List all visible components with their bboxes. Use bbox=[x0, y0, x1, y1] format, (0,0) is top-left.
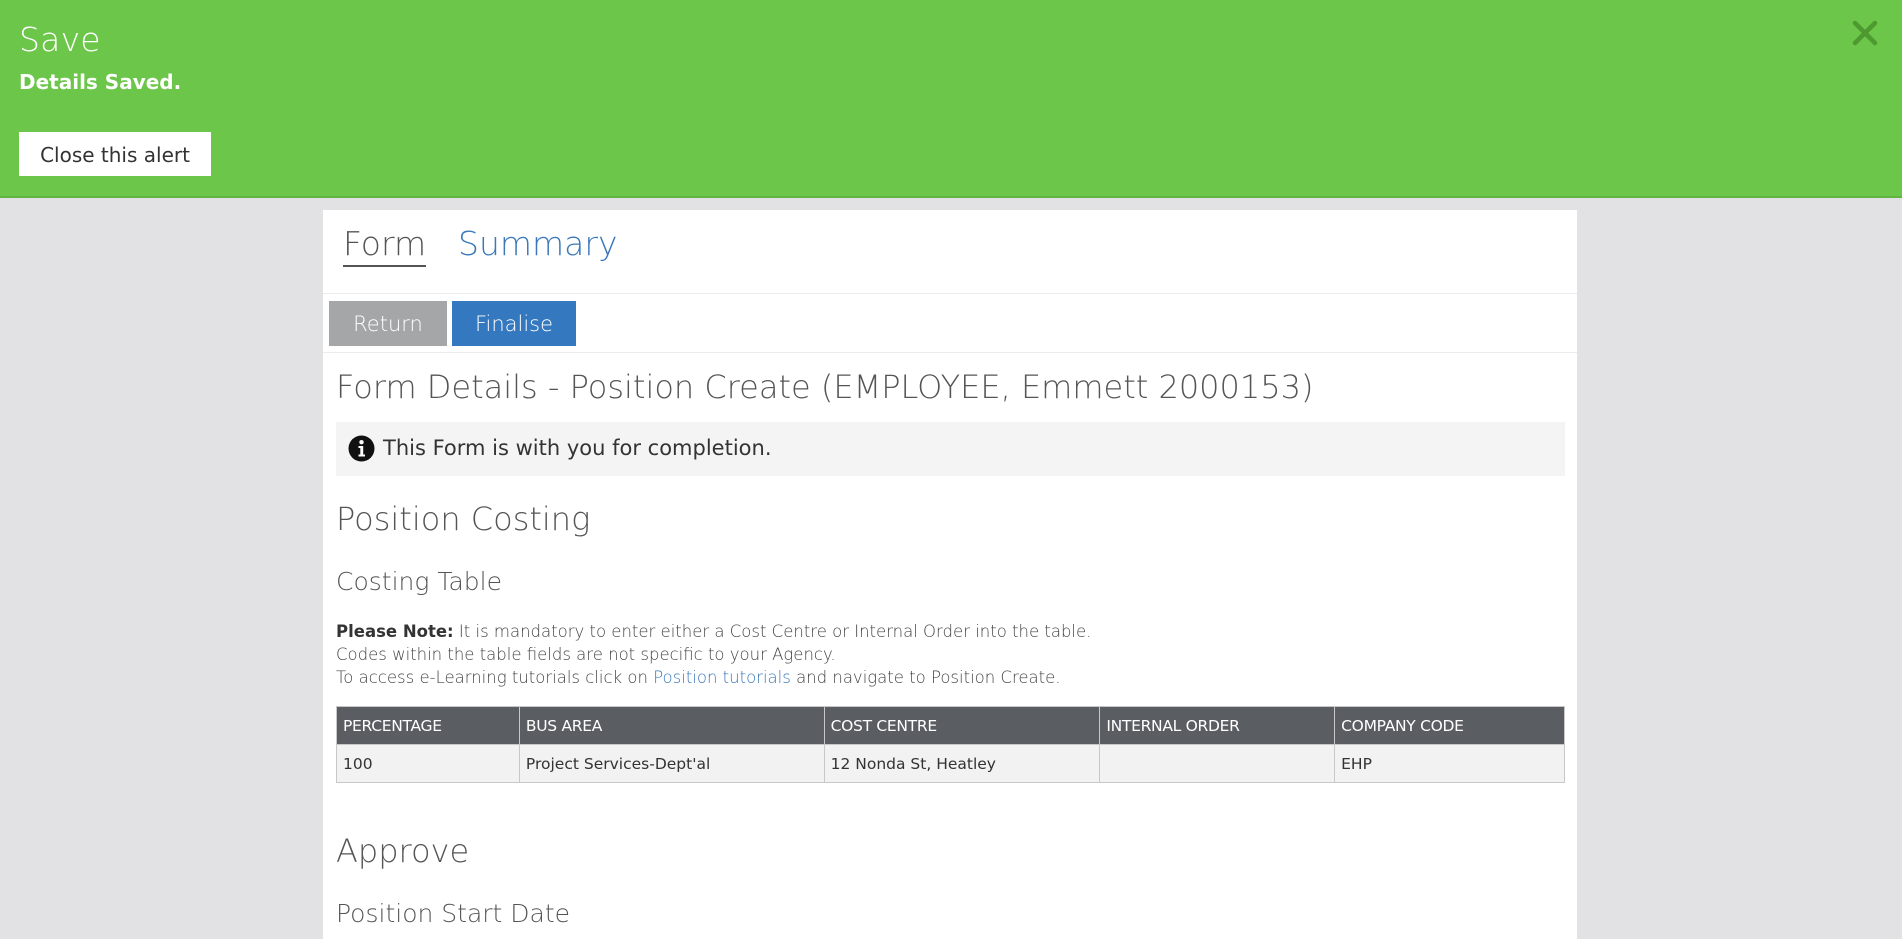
note-line-3-suffix: and navigate to Position Create. bbox=[790, 668, 1061, 687]
tab-bar: Form Summary bbox=[323, 210, 1577, 294]
cell-cost-centre: 12 Nonda St, Heatley bbox=[823, 744, 1101, 783]
table-header-row: PERCENTAGE BUS AREA COST CENTRE INTERNAL… bbox=[336, 706, 1565, 745]
close-icon[interactable] bbox=[1850, 18, 1880, 48]
toolbar: Return Finalise bbox=[323, 294, 1577, 353]
info-text: This Form is with you for completion. bbox=[383, 436, 772, 460]
close-alert-button[interactable]: Close this alert bbox=[19, 132, 211, 176]
approve-heading: Approve bbox=[336, 832, 470, 870]
column-header-percentage: PERCENTAGE bbox=[336, 706, 520, 745]
info-icon bbox=[348, 435, 375, 462]
position-tutorials-link[interactable]: Position tutorials bbox=[653, 668, 791, 687]
note-label: Please Note: bbox=[336, 622, 454, 641]
position-costing-heading: Position Costing bbox=[336, 500, 591, 538]
costing-notes: Please Note: It is mandatory to enter ei… bbox=[336, 620, 1091, 689]
column-header-company-code: COMPANY CODE bbox=[1334, 706, 1565, 745]
cell-company-code: EHP bbox=[1334, 744, 1565, 783]
cell-percentage: 100 bbox=[336, 744, 520, 783]
alert-message: Details Saved. bbox=[19, 70, 182, 94]
table-row[interactable]: 100 Project Services-Dept'al 12 Nonda St… bbox=[336, 744, 1565, 783]
return-button[interactable]: Return bbox=[329, 301, 447, 346]
tab-summary[interactable]: Summary bbox=[458, 224, 617, 263]
column-header-internal-order: INTERNAL ORDER bbox=[1099, 706, 1336, 745]
cell-bus-area: Project Services-Dept'al bbox=[518, 744, 825, 783]
page-title: Form Details - Position Create (EMPLOYEE… bbox=[336, 368, 1314, 406]
column-header-cost-centre: COST CENTRE bbox=[823, 706, 1101, 745]
finalise-button[interactable]: Finalise bbox=[452, 301, 576, 346]
save-alert: Save Details Saved. Close this alert bbox=[0, 0, 1902, 198]
note-line-1: Please Note: It is mandatory to enter ei… bbox=[336, 620, 1091, 643]
costing-table-heading: Costing Table bbox=[336, 567, 502, 596]
costing-table: PERCENTAGE BUS AREA COST CENTRE INTERNAL… bbox=[336, 706, 1565, 783]
cell-internal-order bbox=[1099, 744, 1336, 783]
note-line-3-prefix: To access e-Learning tutorials click on bbox=[336, 668, 654, 687]
info-message: This Form is with you for completion. bbox=[336, 422, 1565, 476]
tab-form[interactable]: Form bbox=[343, 224, 427, 267]
form-panel: Form Summary Return Finalise Form Detail… bbox=[323, 210, 1577, 939]
note-text: It is mandatory to enter either a Cost C… bbox=[453, 622, 1092, 641]
position-start-date-heading: Position Start Date bbox=[336, 899, 571, 928]
alert-title: Save bbox=[19, 20, 101, 59]
note-line-2: Codes within the table fields are not sp… bbox=[336, 645, 836, 664]
column-header-bus-area: BUS AREA bbox=[518, 706, 825, 745]
note-line-3: To access e-Learning tutorials click on … bbox=[336, 666, 1091, 689]
